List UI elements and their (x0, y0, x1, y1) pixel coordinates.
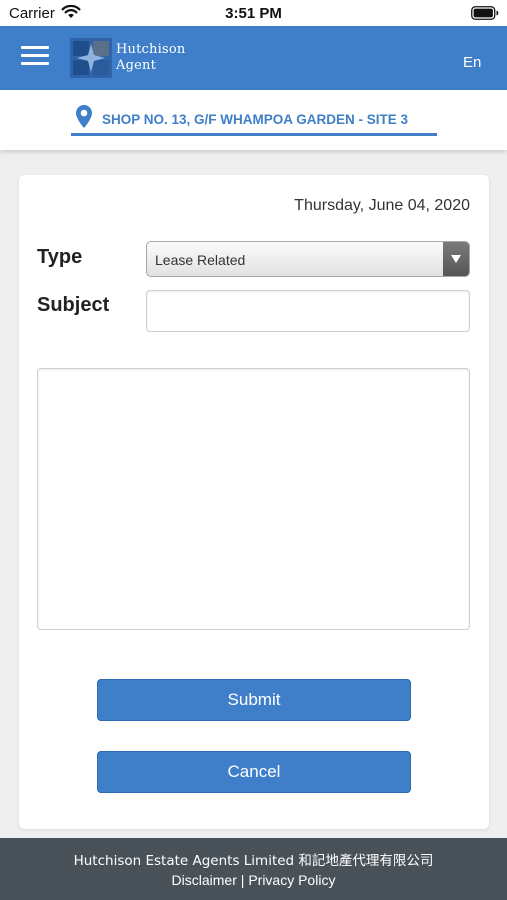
footer-separator: | (240, 872, 245, 888)
dropdown-arrow-icon (443, 242, 469, 276)
location-bar: SHOP NO. 13, G/F WHAMPOA GARDEN - SITE 3 (0, 90, 507, 150)
battery-icon (471, 6, 499, 24)
language-toggle[interactable]: En (463, 54, 481, 71)
disclaimer-link[interactable]: Disclaimer (172, 872, 237, 888)
brand-name: Hutchison Agent (116, 42, 185, 74)
enquiry-form-card: Thursday, June 04, 2020 Type Lease Relat… (19, 175, 489, 829)
subject-input[interactable] (146, 290, 470, 332)
footer: Hutchison Estate Agents Limited 和記地產代理有限… (0, 838, 507, 900)
footer-links: Disclaimer | Privacy Policy (0, 872, 507, 888)
hamburger-menu-button[interactable] (21, 46, 49, 70)
type-select[interactable]: Lease Related (146, 241, 470, 277)
brand-line-2: Agent (116, 58, 156, 73)
subject-label: Subject (37, 294, 110, 316)
hutchison-logo-icon (70, 38, 112, 78)
map-pin-icon (75, 104, 93, 134)
type-label: Type (37, 246, 83, 268)
app-header: Hutchison Agent En (0, 26, 507, 90)
location-name: SHOP NO. 13, G/F WHAMPOA GARDEN - SITE 3 (102, 112, 409, 127)
location-selector[interactable]: SHOP NO. 13, G/F WHAMPOA GARDEN - SITE 3 (71, 104, 437, 136)
message-textarea[interactable] (37, 368, 470, 630)
privacy-policy-link[interactable]: Privacy Policy (248, 872, 335, 888)
brand-line-1: Hutchison (116, 42, 186, 57)
type-select-value: Lease Related (155, 252, 246, 268)
status-bar: Carrier 3:51 PM (0, 0, 507, 26)
form-date: Thursday, June 04, 2020 (294, 197, 470, 214)
status-time: 3:51 PM (225, 5, 282, 22)
cancel-button[interactable]: Cancel (97, 751, 411, 793)
submit-button[interactable]: Submit (97, 679, 411, 721)
footer-company-name: Hutchison Estate Agents Limited 和記地產代理有限… (73, 853, 434, 869)
